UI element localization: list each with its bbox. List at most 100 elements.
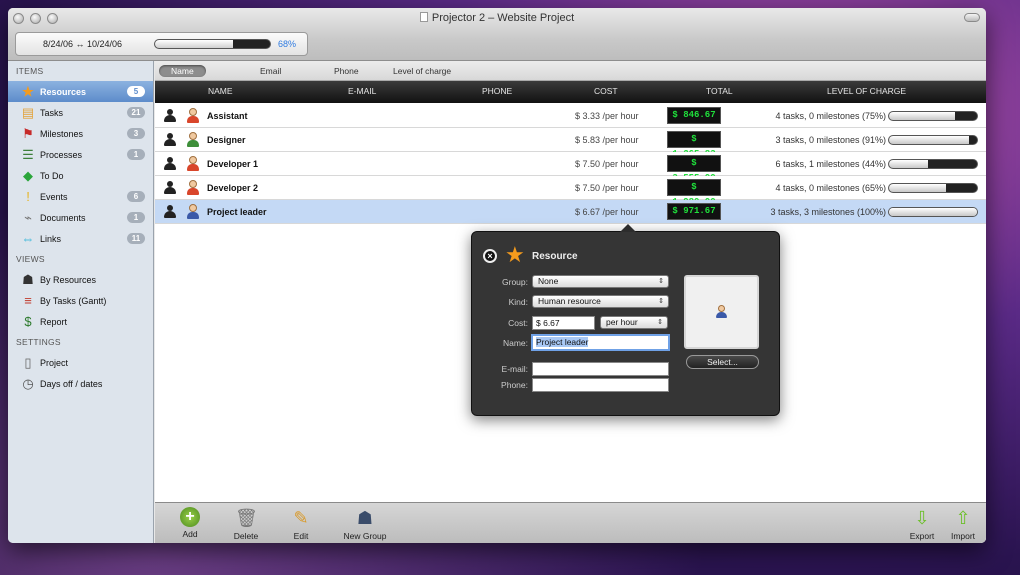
resource-total: $ 3,555.00 — [667, 155, 721, 183]
window-title-text: Projector 2 – Website Project — [431, 12, 575, 24]
level-of-charge-fill — [889, 112, 955, 120]
sidebar-item-label: Milestones — [40, 128, 84, 139]
resource-level-text: 3 tasks, 3 milestones (100%) — [770, 207, 886, 217]
gantt-icon: ≡ — [24, 292, 32, 308]
window-title: Projector 2 – Website Project — [8, 12, 986, 24]
table-row[interactable]: Assistant $ 3.33 /per hour $ 846.67 4 ta… — [155, 104, 986, 128]
filter-name-button[interactable]: Name — [159, 65, 206, 77]
title-bar: Projector 2 – Website Project 8/24/06 ↔ … — [8, 8, 986, 61]
kind-select[interactable]: Human resource ⇕ — [532, 295, 669, 308]
sidebar-item-documents[interactable]: ⌁ Documents 1 — [8, 207, 153, 228]
phone-field[interactable] — [532, 378, 669, 392]
column-header-name[interactable]: NAME — [208, 86, 233, 96]
table-row-selected[interactable]: Project leader $ 6.67 /per hour $ 971.67… — [155, 200, 986, 224]
flag-icon: ⚑ — [22, 125, 34, 141]
resource-name: Developer 2 — [207, 183, 259, 193]
sidebar-section-items: ITEMS — [16, 66, 44, 76]
table-header: NAME E-MAIL PHONE COST TOTAL LEVEL OF CH… — [155, 81, 986, 103]
kind-select-value: Human resource — [538, 296, 601, 306]
arrow-up-icon: ⇧ — [955, 508, 971, 528]
resource-total: $ 1,980.00 — [667, 179, 721, 207]
select-photo-button[interactable]: Select... — [686, 355, 759, 369]
import-button[interactable]: ⇧ Import — [933, 507, 986, 541]
filter-phone-button[interactable]: Phone — [334, 65, 359, 77]
resource-level-text: 4 tasks, 0 milestones (65%) — [775, 183, 886, 193]
sidebar-item-processes[interactable]: ☰ Processes 1 — [8, 144, 153, 165]
sidebar-item-todo[interactable]: ◆ To Do — [8, 165, 153, 186]
group-icon: ☗ — [356, 508, 374, 528]
email-field[interactable] — [532, 362, 669, 376]
cost-unit-value: per hour — [606, 317, 638, 327]
group-select[interactable]: None ⇕ — [532, 275, 669, 288]
name-field[interactable]: Project leader — [531, 334, 670, 351]
resource-cost: $ 5.83 /per hour — [575, 135, 639, 145]
avatar — [186, 132, 200, 147]
sidebar-item-label: Project — [40, 357, 69, 368]
close-icon[interactable]: × — [483, 249, 497, 263]
column-header-phone[interactable]: PHONE — [482, 86, 512, 96]
table-row[interactable]: Developer 1 $ 7.50 /per hour $ 3,555.00 … — [155, 152, 986, 183]
person-icon — [164, 109, 176, 122]
sidebar-item-tasks[interactable]: ▤ Tasks 21 — [8, 102, 153, 123]
level-of-charge-fill — [889, 184, 947, 192]
sidebar-item-resources[interactable]: ★ Resources 5 — [8, 81, 153, 102]
group-label: Group: — [502, 277, 528, 287]
column-header-total[interactable]: TOTAL — [706, 86, 733, 96]
resource-name: Developer 1 — [207, 159, 259, 169]
avatar — [186, 156, 200, 171]
sidebar-item-milestones[interactable]: ⚑ Milestones 3 — [8, 123, 153, 144]
date-range-panel: 8/24/06 ↔ 10/24/06 68% — [15, 32, 308, 56]
toolbar-toggle-button[interactable] — [964, 13, 980, 22]
todo-icon: ◆ — [23, 167, 33, 183]
sidebar-item-events[interactable]: ! Events 6 — [8, 186, 153, 207]
events-icon: ! — [26, 188, 30, 204]
sidebar-item-label: Events — [40, 191, 68, 202]
new-group-button[interactable]: ☗ New Group — [335, 507, 395, 541]
table-row[interactable]: Developer 2 $ 7.50 /per hour $ 1,980.00 … — [155, 176, 986, 207]
count-badge: 21 — [127, 107, 145, 118]
tasks-icon: ▤ — [21, 104, 35, 120]
level-of-charge-bar — [888, 159, 978, 169]
table-row[interactable]: Designer $ 5.83 /per hour $ 1,265.83 3 t… — [155, 128, 986, 159]
level-of-charge-bar — [888, 135, 978, 145]
sidebar-item-days-off[interactable]: ◷ Days off / dates — [8, 373, 153, 394]
import-label: Import — [950, 531, 976, 541]
cost-field[interactable]: $ 6.67 — [532, 316, 595, 330]
sidebar-item-report[interactable]: $ Report — [8, 311, 153, 332]
search-filter-bar: Name Email Phone Level of charge — [155, 61, 986, 81]
cost-unit-select[interactable]: per hour ⇕ — [600, 316, 668, 329]
sidebar-item-project[interactable]: ▯ Project — [8, 352, 153, 373]
sidebar-item-label: Report — [40, 316, 68, 327]
sidebar-item-label: Resources — [40, 86, 87, 97]
edit-button[interactable]: ✎ Edit — [271, 507, 331, 541]
sidebar-item-by-tasks-gantt[interactable]: ≡ By Tasks (Gantt) — [8, 290, 153, 311]
filter-level-button[interactable]: Level of charge — [393, 65, 451, 77]
resource-cost: $ 7.50 /per hour — [575, 159, 639, 169]
delete-button[interactable]: 🗑 Delete — [216, 507, 276, 541]
trash-icon: 🗑 — [235, 508, 258, 528]
sidebar-item-label: Links — [40, 233, 62, 244]
add-button[interactable]: + Add — [160, 507, 220, 539]
column-header-level[interactable]: LEVEL OF CHARGE — [827, 86, 906, 96]
column-header-email[interactable]: E-MAIL — [348, 86, 376, 96]
chevron-updown-icon: ⇕ — [658, 298, 664, 305]
filter-email-button[interactable]: Email — [260, 65, 281, 77]
count-badge: 3 — [127, 128, 145, 139]
links-icon: ⇔ — [21, 230, 35, 246]
person-icon — [164, 157, 176, 170]
sidebar-item-by-resources[interactable]: ☗ By Resources — [8, 269, 153, 290]
person-icon — [164, 205, 176, 218]
avatar — [186, 108, 200, 123]
column-header-cost[interactable]: COST — [594, 86, 618, 96]
project-progress-label: 68% — [278, 39, 297, 49]
date-range-text: 8/24/06 ↔ 10/24/06 — [43, 39, 123, 49]
paperclip-icon: ⌁ — [24, 209, 32, 225]
photo-well[interactable] — [684, 275, 759, 349]
resource-total: $ 971.67 — [667, 203, 721, 220]
resource-total: $ 1,265.83 — [667, 131, 721, 159]
sidebar-item-links[interactable]: ⇔ Links 11 — [8, 228, 153, 249]
cost-field-value: $ 6.67 — [536, 318, 560, 328]
resource-cost: $ 6.67 /per hour — [575, 207, 639, 217]
sidebar-item-label: By Tasks (Gantt) — [40, 295, 107, 306]
sidebar-item-label: Days off / dates — [40, 378, 103, 389]
